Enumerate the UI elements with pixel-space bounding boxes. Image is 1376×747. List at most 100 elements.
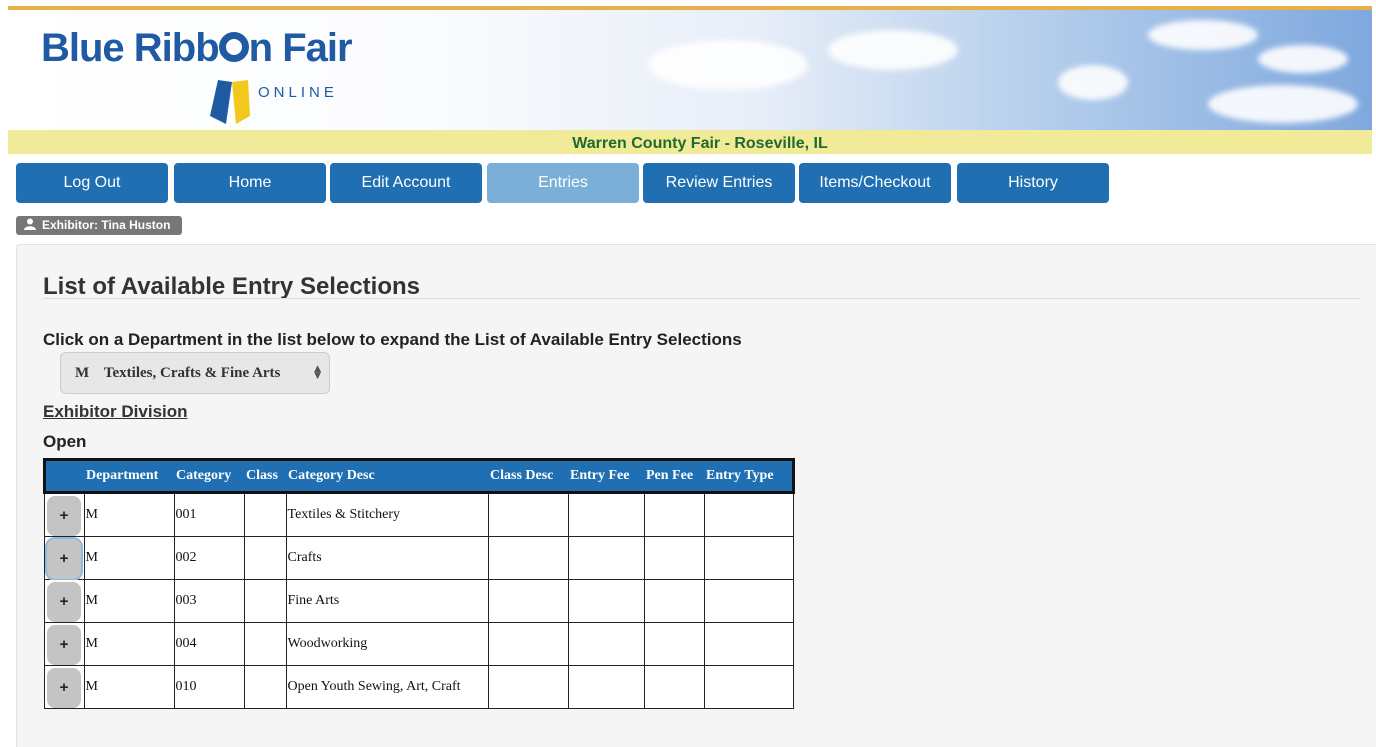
exhibitor-division-link[interactable]: Exhibitor Division [43, 402, 188, 422]
page-title: List of Available Entry Selections [43, 273, 420, 300]
instruction-text: Click on a Department in the list below … [43, 330, 742, 349]
pen-fee-cell [643, 579, 705, 623]
cloud-decoration [1258, 45, 1348, 73]
category-cell: 010 [173, 665, 245, 709]
column-header-pen-fee: Pen Fee [644, 458, 704, 494]
class-cell [243, 536, 287, 580]
class-cell [243, 579, 287, 623]
category-desc-cell: Textiles & Stitchery [285, 492, 489, 537]
table-row: + M 002 Crafts [44, 536, 794, 580]
cloud-decoration [1208, 85, 1358, 123]
expand-row-button[interactable]: + [47, 668, 81, 708]
column-header-entry-type: Entry Type [704, 458, 795, 494]
pen-fee-cell [643, 536, 705, 580]
table-row: + M 003 Fine Arts [44, 579, 794, 623]
class-desc-cell [487, 492, 569, 537]
department-select[interactable]: M Textiles, Crafts & Fine Arts ▲ ▼ [60, 352, 330, 394]
department-cell: M [83, 579, 175, 623]
expand-cell: + [44, 579, 85, 623]
class-cell [243, 665, 287, 709]
nav-entries-button[interactable]: Entries [487, 163, 639, 203]
department-select-value: M Textiles, Crafts & Fine Arts [75, 365, 281, 381]
class-desc-cell [487, 536, 569, 580]
entry-fee-cell [567, 665, 645, 709]
nav-review-entries-button[interactable]: Review Entries [643, 163, 795, 203]
gear-icon [218, 32, 249, 63]
category-cell: 002 [173, 536, 245, 580]
expand-row-button[interactable]: + [47, 539, 81, 579]
entry-type-cell [703, 579, 794, 623]
select-arrows-icon: ▲ ▼ [314, 364, 321, 381]
class-desc-cell [487, 665, 569, 709]
nav-history-button[interactable]: History [957, 163, 1109, 203]
entry-type-cell [703, 622, 794, 666]
expand-row-button[interactable]: + [47, 496, 81, 536]
entry-type-cell [703, 665, 794, 709]
entry-fee-cell [567, 622, 645, 666]
logo-text-end: n Fair [248, 26, 353, 70]
department-cell: M [83, 536, 175, 580]
category-desc-cell: Woodworking [285, 622, 489, 666]
category-desc-cell: Fine Arts [285, 579, 489, 623]
entry-fee-cell [567, 536, 645, 580]
cloud-decoration [828, 30, 958, 70]
column-header-department: Department [84, 458, 174, 494]
class-cell [243, 492, 287, 537]
column-header-category-desc: Category Desc [286, 458, 488, 494]
expand-cell: + [44, 622, 85, 666]
expand-cell: + [44, 536, 85, 580]
user-icon [24, 218, 36, 230]
site-logo[interactable]: Blue Ribb n Fair [41, 26, 353, 71]
expand-row-button[interactable]: + [47, 582, 81, 622]
ribbon-icon [210, 80, 250, 124]
category-cell: 003 [173, 579, 245, 623]
fair-name-bar: Warren County Fair - Roseville, IL [8, 130, 1372, 154]
column-header-expand [43, 458, 84, 494]
expand-cell: + [44, 492, 85, 537]
class-desc-cell [487, 579, 569, 623]
class-desc-cell [487, 622, 569, 666]
content-panel: List of Available Entry Selections Click… [16, 244, 1376, 747]
entry-type-cell [703, 492, 794, 537]
pen-fee-cell [643, 492, 705, 537]
header-banner: Blue Ribb n Fair ONLINE [8, 10, 1372, 130]
fair-name: Warren County Fair - Roseville, IL [572, 135, 828, 152]
department-cell: M [83, 622, 175, 666]
table-header-row: Department Category Class Category Desc … [43, 458, 795, 494]
department-cell: M [83, 492, 175, 537]
cloud-decoration [1148, 20, 1258, 50]
cloud-decoration [648, 40, 808, 90]
class-cell [243, 622, 287, 666]
pen-fee-cell [643, 622, 705, 666]
entries-table: Department Category Class Category Desc … [43, 458, 795, 709]
division-value: Open [43, 432, 87, 451]
cloud-decoration [1058, 65, 1128, 100]
exhibitor-badge: Exhibitor: Tina Huston [16, 216, 183, 235]
category-desc-cell: Open Youth Sewing, Art, Craft [285, 665, 489, 709]
exhibitor-name: Exhibitor: Tina Huston [42, 218, 171, 232]
nav-edit-account-button[interactable]: Edit Account [330, 163, 482, 203]
column-header-class-desc: Class Desc [488, 458, 568, 494]
entry-fee-cell [567, 579, 645, 623]
column-header-entry-fee: Entry Fee [568, 458, 644, 494]
expand-cell: + [44, 665, 85, 709]
pen-fee-cell [643, 665, 705, 709]
logo-text-start: Blue Ribb [41, 26, 220, 70]
category-cell: 004 [173, 622, 245, 666]
table-row: + M 001 Textiles & Stitchery [44, 492, 794, 537]
column-header-category: Category [174, 458, 244, 494]
category-cell: 001 [173, 492, 245, 537]
table-row: + M 010 Open Youth Sewing, Art, Craft [44, 665, 794, 709]
nav-items-checkout-button[interactable]: Items/Checkout [799, 163, 951, 203]
expand-row-button[interactable]: + [47, 625, 81, 665]
entry-type-cell [703, 536, 794, 580]
department-cell: M [83, 665, 175, 709]
column-header-class: Class [244, 458, 286, 494]
title-divider [43, 298, 1361, 299]
category-desc-cell: Crafts [285, 536, 489, 580]
nav-log-out-button[interactable]: Log Out [16, 163, 168, 203]
table-row: + M 004 Woodworking [44, 622, 794, 666]
nav-home-button[interactable]: Home [174, 163, 326, 203]
entry-fee-cell [567, 492, 645, 537]
logo-subtitle: ONLINE [258, 84, 338, 101]
